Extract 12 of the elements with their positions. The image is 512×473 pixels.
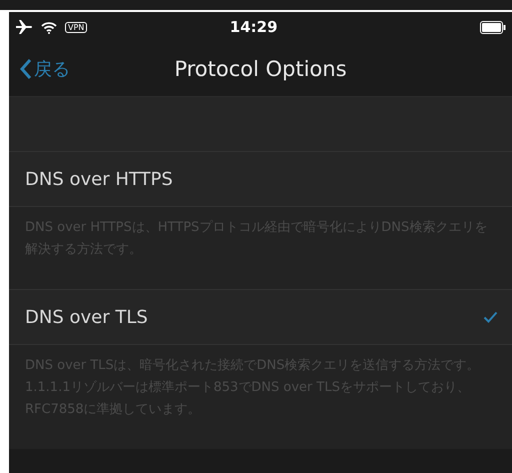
option-label: DNS over HTTPS (25, 168, 173, 190)
airplane-icon (15, 19, 33, 35)
option-label: DNS over TLS (25, 306, 148, 328)
screen-title: Protocol Options (174, 57, 347, 81)
chevron-left-icon (19, 58, 32, 80)
status-time: 14:29 (228, 18, 279, 36)
battery-icon (480, 20, 506, 34)
option-row[interactable]: DNS over TLS (9, 289, 512, 345)
vpn-indicator: VPN (65, 22, 88, 32)
back-button[interactable]: 戻る (9, 57, 70, 81)
wifi-icon (41, 20, 57, 34)
option-row[interactable]: DNS over HTTPS (9, 151, 512, 207)
